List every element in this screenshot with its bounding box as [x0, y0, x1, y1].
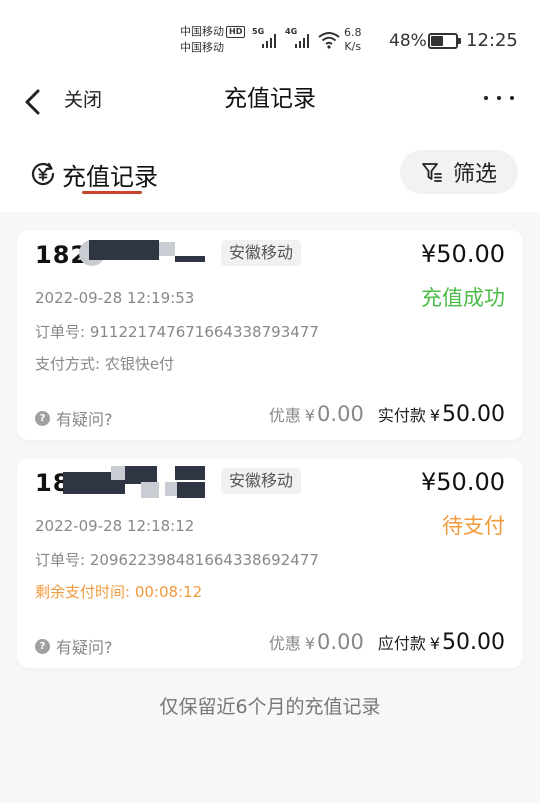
- discount-label: 优惠: [268, 634, 301, 653]
- filter-label: 筛选: [452, 162, 497, 187]
- yen-symbol: ¥: [429, 406, 441, 425]
- speed-value: 6.8: [344, 26, 362, 39]
- question-circle-icon: ?: [35, 410, 50, 426]
- discount-amount: ¥0.00: [305, 630, 364, 654]
- signal-4g-icon: 4G: [285, 27, 315, 48]
- help-link[interactable]: ? 有疑问?: [35, 406, 113, 430]
- status-bar: 中国移动 HD 中国移动 5G 4G 6.8 K/s 48% 12:25: [0, 0, 540, 80]
- more-options-icon[interactable]: [484, 90, 520, 106]
- payment-method: 支付方式: 农银快e付: [35, 355, 175, 373]
- tab-label: 充值记录: [62, 162, 158, 191]
- yen-symbol: ¥: [304, 634, 316, 653]
- active-tab-indicator: [82, 191, 142, 194]
- redaction-mask: [177, 482, 205, 498]
- redaction-mask: [141, 482, 159, 498]
- page-title: 充值记录: [224, 86, 316, 112]
- paid-value: 50.00: [442, 402, 505, 427]
- recharge-amount: ¥50.00: [421, 240, 505, 268]
- hd-badge: HD: [226, 26, 246, 38]
- redaction-mask: [165, 482, 177, 496]
- discount-value: 0.00: [317, 402, 364, 426]
- filter-button[interactable]: 筛选: [400, 150, 518, 194]
- paid-label: 实付款: [377, 406, 426, 425]
- yen-symbol: ¥: [429, 634, 441, 653]
- redaction-mask: [175, 466, 205, 480]
- discount-value: 0.00: [317, 630, 364, 654]
- recharge-amount: ¥50.00: [421, 468, 505, 496]
- wifi-icon: [318, 32, 340, 49]
- price-summary: 优惠 ¥0.00 应付款 ¥50.00: [269, 630, 505, 655]
- order-number: 订单号: 911221747671664338793477: [35, 323, 319, 341]
- battery-icon: [428, 33, 461, 49]
- question-circle-icon: ?: [35, 638, 50, 654]
- status-time: 12:25: [466, 30, 518, 51]
- battery-level: [431, 36, 443, 46]
- record-time: 2022-09-28 12:19:53: [35, 289, 195, 307]
- retention-note: 仅保留近6个月的充值记录: [159, 696, 381, 718]
- price-summary: 优惠 ¥0.00 实付款 ¥50.00: [269, 402, 505, 427]
- discount-label: 优惠: [268, 406, 301, 425]
- payable-value: 50.00: [442, 630, 505, 655]
- carrier-name-2: 中国移动: [180, 41, 224, 54]
- recharge-record-card[interactable]: 182 安徽移动 ¥50.00 2022-09-28 12:19:53 充值成功…: [17, 230, 523, 440]
- tab-row: 充值记录 筛选: [0, 136, 540, 212]
- order-number: 订单号: 209622398481664338692477: [35, 551, 319, 569]
- payment-countdown: 剩余支付时间: 00:08:12: [35, 583, 203, 601]
- record-status-badge: 待支付: [442, 514, 505, 538]
- signal-5g-icon: 5G: [252, 27, 282, 48]
- tab-recharge-records[interactable]: 充值记录: [30, 154, 158, 194]
- carrier-tag: 安徽移动: [221, 468, 302, 494]
- filter-funnel-icon: [422, 163, 442, 182]
- carrier-info: 中国移动 HD 中国移动: [180, 24, 246, 56]
- recharge-yen-icon: [31, 162, 55, 186]
- network-speed: 6.8 K/s: [344, 26, 362, 54]
- carrier-name-1: 中国移动: [180, 25, 224, 38]
- payable-label: 应付款: [377, 634, 426, 653]
- record-status-badge: 充值成功: [421, 286, 505, 310]
- carrier-tag: 安徽移动: [221, 240, 302, 266]
- redaction-mask: [175, 256, 205, 262]
- nav-bar: 关闭 充值记录: [0, 80, 540, 136]
- paid-amount: ¥50.00: [430, 402, 505, 427]
- record-time: 2022-09-28 12:18:12: [35, 517, 195, 535]
- speed-unit: K/s: [344, 40, 362, 53]
- help-label: 有疑问?: [56, 410, 113, 429]
- payable-amount: ¥50.00: [430, 630, 505, 655]
- recharge-record-card[interactable]: 18 安徽移动 ¥50.00 2022-09-28 12:18:12 待支付 订…: [17, 458, 523, 668]
- help-link[interactable]: ? 有疑问?: [35, 634, 113, 658]
- redaction-mask: [89, 240, 159, 260]
- discount-amount: ¥0.00: [305, 402, 364, 426]
- battery-percent: 48%: [389, 31, 427, 51]
- help-label: 有疑问?: [56, 638, 113, 657]
- yen-symbol: ¥: [304, 406, 316, 425]
- redaction-mask: [159, 242, 175, 256]
